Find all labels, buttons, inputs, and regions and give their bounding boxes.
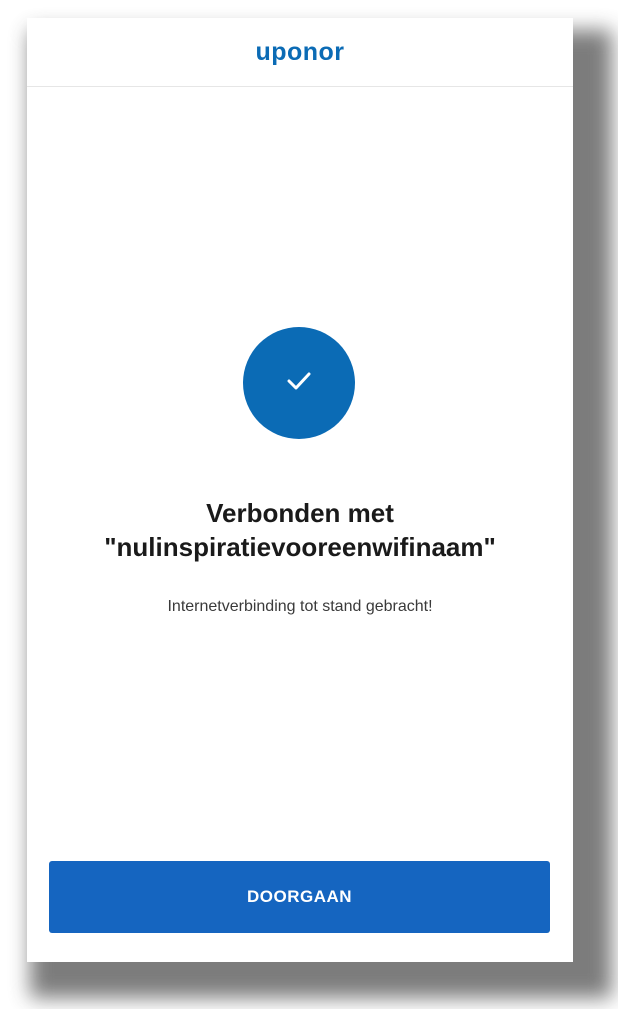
connection-message: Internetverbinding tot stand gebracht! <box>167 598 433 615</box>
connection-title-line1: Verbonden met <box>206 498 394 528</box>
check-icon <box>286 371 312 396</box>
continue-button[interactable]: DOORGAAN <box>49 861 550 933</box>
app-header: uponor <box>27 18 573 87</box>
connection-title: Verbonden met "nulinspiratievooreenwifin… <box>27 496 573 564</box>
success-badge <box>243 327 355 439</box>
network-name: "nulinspiratievooreenwifinaam" <box>104 532 496 562</box>
phone-screen: uponor Verbonden met "nulinspiratievoore… <box>27 18 573 962</box>
app-stage: uponor Verbonden met "nulinspiratievoore… <box>0 0 618 1009</box>
uponor-logo: uponor <box>255 37 345 66</box>
